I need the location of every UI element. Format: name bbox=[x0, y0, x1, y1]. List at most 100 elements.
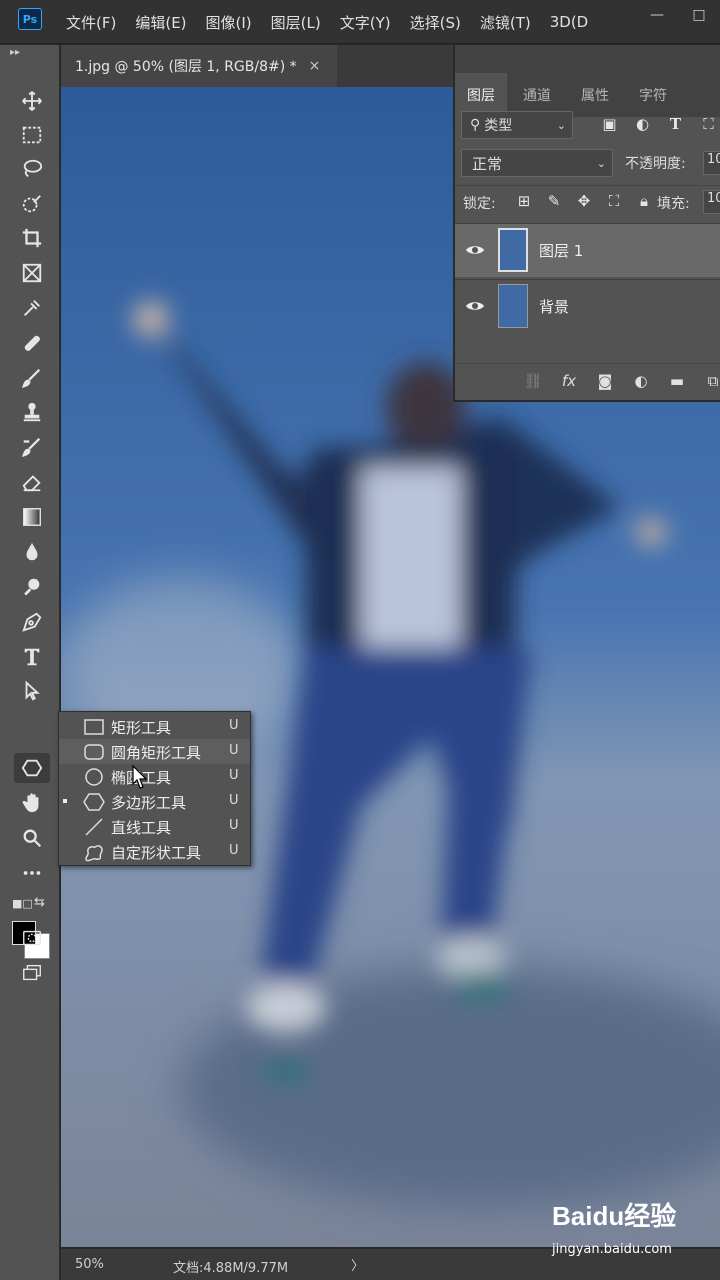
eye-icon[interactable] bbox=[465, 298, 485, 314]
flyout-item-ellipse[interactable]: 椭圆工具 U bbox=[59, 764, 250, 789]
rounded-rectangle-icon bbox=[84, 744, 104, 760]
lock-icons: ⊞ ✎ ✥ ⛶ 🔒︎ bbox=[509, 192, 659, 210]
marquee-tool-icon[interactable] bbox=[14, 120, 50, 150]
type-tool-icon[interactable] bbox=[14, 642, 50, 672]
hand-tool-icon[interactable] bbox=[14, 788, 50, 818]
menu-layer[interactable]: 图层(L) bbox=[271, 12, 321, 33]
eyedropper-tool-icon[interactable] bbox=[14, 293, 50, 323]
flyout-label: 直线工具 bbox=[111, 819, 172, 837]
search-icon: ⚲ bbox=[470, 117, 481, 133]
layer-style-fx-icon[interactable]: fx bbox=[551, 372, 587, 390]
flyout-item-polygon[interactable]: 多边形工具 U bbox=[59, 789, 250, 814]
lock-transparent-pixels-icon[interactable]: ⊞ bbox=[509, 192, 539, 210]
clone-stamp-tool-icon[interactable] bbox=[14, 397, 50, 427]
chevron-down-icon: ⌄ bbox=[596, 156, 606, 170]
baidu-watermark: Baidu经验 jingyan.baidu.com bbox=[552, 1196, 712, 1266]
gradient-tool-icon[interactable] bbox=[14, 502, 50, 532]
fill-input[interactable]: 100% bbox=[703, 190, 720, 214]
more-tools-icon[interactable] bbox=[14, 858, 50, 888]
flyout-shortcut: U bbox=[229, 843, 239, 858]
maximize-button[interactable]: □ bbox=[678, 0, 720, 30]
pen-tool-icon[interactable] bbox=[14, 607, 50, 637]
watermark-url: jingyan.baidu.com bbox=[552, 1242, 672, 1257]
current-tool-bullet bbox=[63, 799, 67, 803]
menu-3d[interactable]: 3D(D bbox=[550, 13, 589, 31]
brush-tool-icon[interactable] bbox=[14, 363, 50, 393]
lock-position-icon[interactable]: ✥ bbox=[569, 192, 599, 210]
layer-filter-select[interactable]: ⚲ 类型 ⌄ bbox=[461, 111, 573, 139]
lock-all-icon[interactable]: 🔒︎ bbox=[629, 192, 659, 210]
layers-panel: 图层 通道 属性 字符 ⚲ 类型 ⌄ ▣ ◐ T ⛶ 正常 ⌄ 不透明度: 10… bbox=[453, 45, 720, 402]
flyout-item-rectangle[interactable]: 矩形工具 U bbox=[59, 714, 250, 739]
zoom-level[interactable]: 50% bbox=[75, 1257, 104, 1272]
adjustment-layer-icon[interactable]: ◐ bbox=[623, 372, 659, 390]
quick-selection-tool-icon[interactable] bbox=[14, 189, 50, 219]
path-selection-tool-icon[interactable] bbox=[14, 676, 50, 706]
layer-thumbnail bbox=[498, 228, 528, 272]
menu-type[interactable]: 文字(Y) bbox=[340, 12, 391, 33]
lock-artboard-icon[interactable]: ⛶ bbox=[599, 192, 629, 210]
swap-colors-icon[interactable]: ⇆ bbox=[34, 895, 45, 910]
new-layer-icon[interactable]: ⧉ bbox=[695, 372, 720, 390]
panel-tabs: 图层 通道 属性 字符 bbox=[455, 45, 720, 117]
dodge-tool-icon[interactable] bbox=[14, 572, 50, 602]
history-brush-tool-icon[interactable] bbox=[14, 432, 50, 462]
collapse-arrows-icon[interactable]: ▸▸ bbox=[10, 47, 20, 58]
blend-mode-label: 正常 bbox=[472, 154, 503, 173]
link-layers-icon[interactable]: ⛓ bbox=[515, 372, 551, 390]
crop-tool-icon[interactable] bbox=[14, 223, 50, 253]
move-tool-icon[interactable] bbox=[14, 86, 50, 116]
flyout-item-rounded-rectangle[interactable]: 圆角矩形工具 U bbox=[59, 739, 250, 764]
quick-mask-icon[interactable] bbox=[14, 923, 50, 953]
flyout-item-line[interactable]: 直线工具 U bbox=[59, 814, 250, 839]
menu-file[interactable]: 文件(F) bbox=[66, 12, 116, 33]
healing-brush-tool-icon[interactable] bbox=[14, 328, 50, 358]
default-colors-icon[interactable]: ■□ bbox=[12, 897, 33, 910]
menu-select[interactable]: 选择(S) bbox=[410, 12, 461, 33]
opacity-input[interactable]: 100% bbox=[703, 151, 720, 175]
pixel-layer-filter-icon[interactable]: ▣ bbox=[593, 115, 626, 133]
blend-row: 正常 ⌄ 不透明度: 100% bbox=[455, 149, 720, 181]
menu-bar: Ps 文件(F) 编辑(E) 图像(I) 图层(L) 文字(Y) 选择(S) 滤… bbox=[0, 0, 720, 44]
window-controls: — □ bbox=[636, 0, 720, 30]
polygon-icon bbox=[83, 793, 105, 811]
layer-row[interactable]: 图层 1 bbox=[455, 223, 720, 277]
new-group-folder-icon[interactable]: ▬ bbox=[659, 372, 695, 390]
fill-label: 填充: bbox=[657, 196, 690, 212]
minimize-button[interactable]: — bbox=[636, 0, 678, 30]
flyout-item-custom-shape[interactable]: 自定形状工具 U bbox=[59, 839, 250, 864]
custom-shape-icon bbox=[85, 845, 103, 862]
flyout-shortcut: U bbox=[229, 818, 239, 833]
screen-mode-icon[interactable] bbox=[14, 958, 50, 988]
shape-layer-filter-icon[interactable]: ⛶ bbox=[692, 115, 720, 133]
document-tab[interactable]: 1.jpg @ 50% (图层 1, RGB/8#) * × bbox=[61, 45, 337, 87]
chevron-down-icon: ⌄ bbox=[556, 118, 566, 132]
filter-icons: ▣ ◐ T ⛶ bbox=[593, 115, 720, 133]
lasso-tool-icon[interactable] bbox=[14, 154, 50, 184]
watermark-logo: Baidu经验 bbox=[552, 1201, 677, 1231]
add-mask-icon[interactable]: ◙ bbox=[587, 372, 623, 390]
lock-label: 锁定: bbox=[463, 196, 496, 212]
layer-row[interactable]: 背景 bbox=[455, 279, 720, 333]
mouse-cursor-icon bbox=[132, 765, 148, 789]
layer-filter-row: ⚲ 类型 ⌄ ▣ ◐ T ⛶ bbox=[455, 111, 720, 145]
menu-image[interactable]: 图像(I) bbox=[206, 12, 252, 33]
blur-tool-icon[interactable] bbox=[14, 537, 50, 567]
layer-filter-label: 类型 bbox=[484, 118, 513, 134]
lock-image-pixels-icon[interactable]: ✎ bbox=[539, 192, 569, 210]
eraser-tool-icon[interactable] bbox=[14, 467, 50, 497]
status-menu-arrow-icon[interactable]: 〉 bbox=[351, 1255, 364, 1274]
zoom-tool-icon[interactable] bbox=[14, 823, 50, 853]
polygon-tool-icon[interactable] bbox=[14, 753, 50, 783]
flyout-shortcut: U bbox=[229, 768, 239, 783]
type-layer-filter-icon[interactable]: T bbox=[659, 115, 692, 133]
close-icon[interactable]: × bbox=[309, 58, 321, 74]
blend-mode-select[interactable]: 正常 ⌄ bbox=[461, 149, 613, 177]
eye-icon[interactable] bbox=[465, 242, 485, 258]
menu-edit[interactable]: 编辑(E) bbox=[135, 12, 186, 33]
document-size-info: 文档:4.88M/9.77M bbox=[173, 1261, 289, 1276]
frame-tool-icon[interactable] bbox=[14, 258, 50, 288]
footer-icons: ⛓ fx ◙ ◐ ▬ ⧉ bbox=[515, 372, 720, 390]
menu-filter[interactable]: 滤镜(T) bbox=[480, 12, 531, 33]
adjustment-layer-filter-icon[interactable]: ◐ bbox=[626, 115, 659, 133]
